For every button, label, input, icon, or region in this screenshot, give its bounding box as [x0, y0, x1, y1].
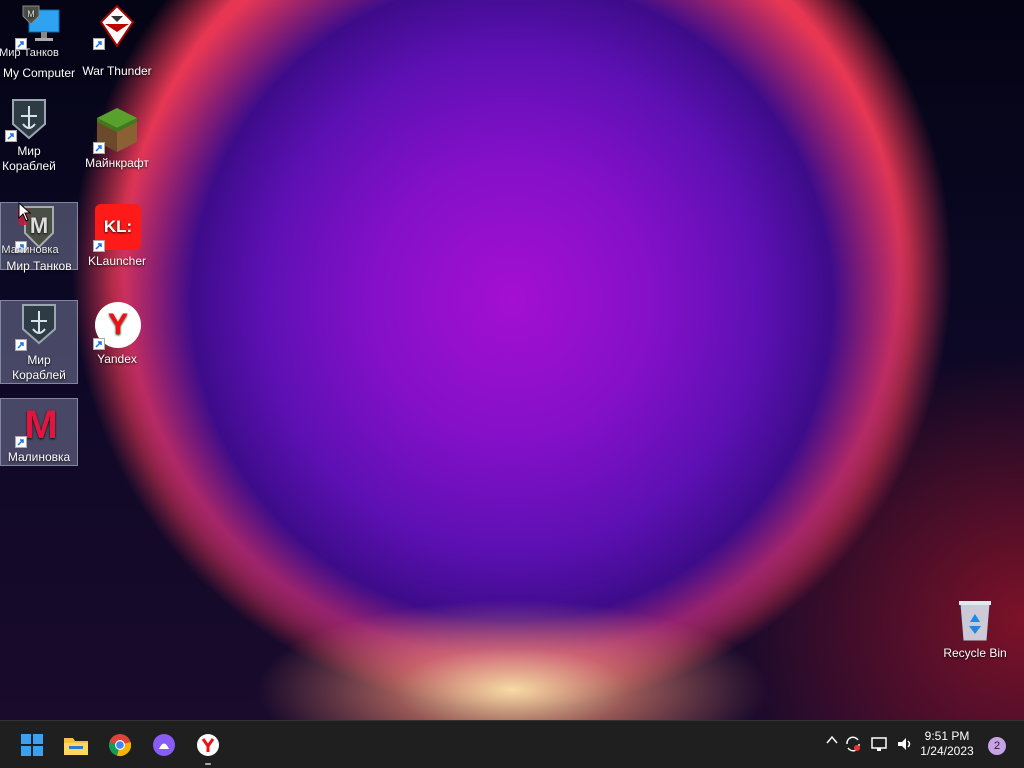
shortcut-arrow-icon [15, 436, 27, 448]
icon-label: Мир Танков [6, 259, 72, 273]
malinovka-logo: M [24, 403, 58, 447]
icon-label: KLauncher [87, 254, 147, 268]
shortcut-arrow-icon [15, 339, 27, 351]
svg-text:M: M [27, 9, 35, 19]
clock[interactable]: 9:51 PM 1/24/2023 [912, 729, 982, 759]
icon-label: War Thunder [82, 64, 152, 78]
clock-time: 9:51 PM [924, 729, 970, 743]
desktop-wallpaper[interactable]: M Мир Танков My Computer War Thunder Мир… [0, 0, 1024, 720]
chrome-icon[interactable] [104, 729, 136, 761]
shortcut-arrow-icon [93, 142, 105, 154]
desktop-icon-war-thunder[interactable]: War Thunder [78, 0, 156, 79]
icon-label: Мир Кораблей [2, 144, 56, 173]
windows-start-icon[interactable] [16, 729, 48, 761]
yandex-browser-icon[interactable] [192, 729, 224, 765]
desktop-icon-my-computer[interactable]: M Мир Танков My Computer [0, 0, 78, 81]
mouse-cursor-icon [18, 202, 32, 222]
icon-label: Мир Кораблей [12, 353, 66, 382]
icon-label: Майнкрафт [85, 156, 149, 170]
icon-label: Малиновка [7, 450, 71, 464]
desktop-icon-mir-korabley-2[interactable]: Мир Кораблей [0, 300, 78, 384]
shortcut-arrow-icon [93, 240, 105, 252]
shortcut-arrow-icon [93, 338, 105, 350]
running-indicator [205, 763, 211, 765]
overlay-label: Мир Танков [0, 47, 59, 59]
alice-icon[interactable] [148, 729, 180, 761]
war-thunder-icon [93, 2, 141, 50]
notification-badge[interactable]: 2 [988, 737, 1006, 755]
chevron-up-icon[interactable] [826, 733, 838, 749]
desktop-icon-mir-tankov[interactable]: M Малиновка Мир Танков [0, 202, 78, 273]
klauncher-icon: KL: [93, 204, 141, 252]
network-icon[interactable] [870, 735, 888, 756]
sync-icon[interactable] [844, 735, 862, 756]
minecraft-icon [93, 106, 141, 154]
icon-label: Yandex [97, 352, 137, 366]
icon-label: Recycle Bin [943, 646, 1007, 660]
clock-date: 1/24/2023 [920, 744, 974, 758]
desktop-icon-recycle-bin[interactable]: Recycle Bin [936, 594, 1014, 661]
file-explorer-icon[interactable] [60, 729, 92, 761]
malinovka-icon: M [15, 401, 63, 448]
shortcut-arrow-icon [93, 38, 105, 50]
svg-text:M: M [30, 213, 48, 238]
desktop-icon-klauncher[interactable]: KL: KLauncher [78, 202, 156, 269]
computer-icon: M [15, 2, 63, 50]
desktop-icon-yandex[interactable]: Y Yandex [78, 300, 156, 367]
desktop-icon-malinovka[interactable]: M Малиновка [0, 398, 78, 466]
mir-korabley-icon [15, 303, 63, 351]
yandex-browser-icon: Y [93, 302, 141, 350]
icon-label: My Computer [2, 66, 76, 80]
desktop-icon-minecraft[interactable]: Майнкрафт [78, 104, 156, 171]
mir-korabley-icon [5, 94, 53, 142]
shortcut-arrow-icon [5, 130, 17, 142]
overlay-label: Малиновка [1, 244, 59, 256]
desktop-icon-mir-korabley[interactable]: Мир Кораблей [0, 92, 68, 174]
taskbar: 9:51 PM 1/24/2023 2 [0, 720, 1024, 768]
recycle-bin-icon [951, 596, 999, 644]
